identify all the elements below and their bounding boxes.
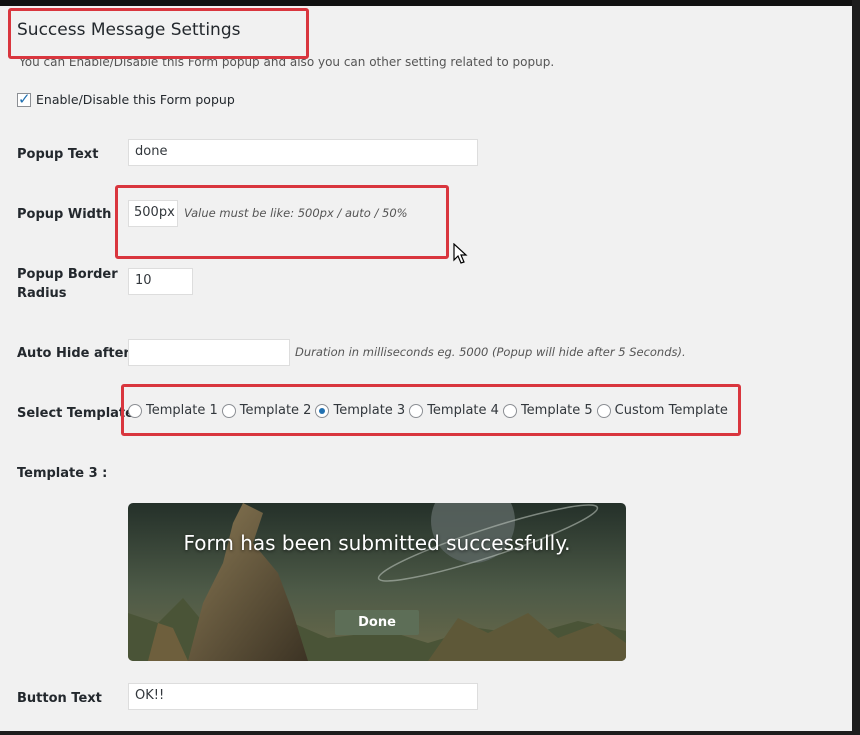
template-5-radio[interactable] [502, 403, 517, 418]
border-radius-label-line2: Radius [17, 286, 67, 301]
select-template-label: Select Template [17, 406, 134, 421]
auto-hide-label: Auto Hide after [17, 346, 130, 361]
template-3-label: Template 3 [333, 403, 406, 418]
template-1-radio[interactable] [128, 403, 142, 418]
custom-template-option[interactable]: Custom Template [596, 403, 728, 418]
template-3-radio[interactable] [315, 403, 330, 418]
popup-width-hint: Value must be like: 500px / auto / 50% [184, 206, 408, 220]
window-right-edge [852, 0, 860, 735]
template-1-label: Template 1 [146, 403, 218, 418]
template-2-option[interactable]: Template 2 [221, 403, 312, 418]
enable-popup-label: Enable/Disable this Form popup [36, 92, 235, 107]
template-radio-group: Template 1 Template 2 Template 3 Templat… [128, 403, 732, 418]
auto-hide-hint: Duration in milliseconds eg. 5000 (Popup… [295, 345, 686, 359]
template-4-radio[interactable] [409, 403, 424, 418]
popup-text-label: Popup Text [17, 147, 99, 162]
template-5-label: Template 5 [520, 403, 593, 418]
popup-width-input[interactable]: 500px [128, 200, 178, 227]
button-text-input[interactable]: OK!! [128, 683, 478, 710]
template-1-option[interactable]: Template 1 [128, 403, 218, 418]
border-radius-label: Popup Border Radius [17, 265, 118, 303]
template-preview: Form has been submitted successfully. Do… [128, 503, 626, 661]
section-title: Success Message Settings [17, 20, 241, 40]
template-3-option[interactable]: Template 3 [315, 403, 405, 418]
template-2-label: Template 2 [239, 403, 312, 418]
window-bottom-edge [0, 731, 860, 735]
window-top-bar [0, 0, 860, 6]
template-preview-label: Template 3 : [17, 466, 108, 481]
popup-width-label: Popup Width [17, 207, 112, 222]
template-2-radio[interactable] [221, 403, 236, 418]
template-4-option[interactable]: Template 4 [409, 403, 499, 418]
border-radius-input[interactable]: 10 [128, 268, 193, 295]
border-radius-label-line1: Popup Border [17, 267, 118, 282]
preview-message: Form has been submitted successfully. [183, 531, 571, 555]
enable-popup-row[interactable]: Enable/Disable this Form popup [17, 90, 235, 108]
enable-popup-checkbox[interactable] [17, 90, 31, 108]
custom-template-label: Custom Template [614, 403, 728, 418]
section-description: You can Enable/Disable this Form popup a… [19, 55, 555, 69]
mouse-cursor-icon [453, 243, 468, 264]
popup-text-input[interactable]: done [128, 139, 478, 166]
custom-template-radio[interactable] [596, 403, 611, 418]
preview-done-button: Done [335, 610, 419, 635]
preview-background-image [128, 503, 626, 661]
button-text-label: Button Text [17, 691, 102, 706]
template-5-option[interactable]: Template 5 [502, 403, 593, 418]
template-4-label: Template 4 [427, 403, 499, 418]
auto-hide-input[interactable] [128, 339, 290, 366]
